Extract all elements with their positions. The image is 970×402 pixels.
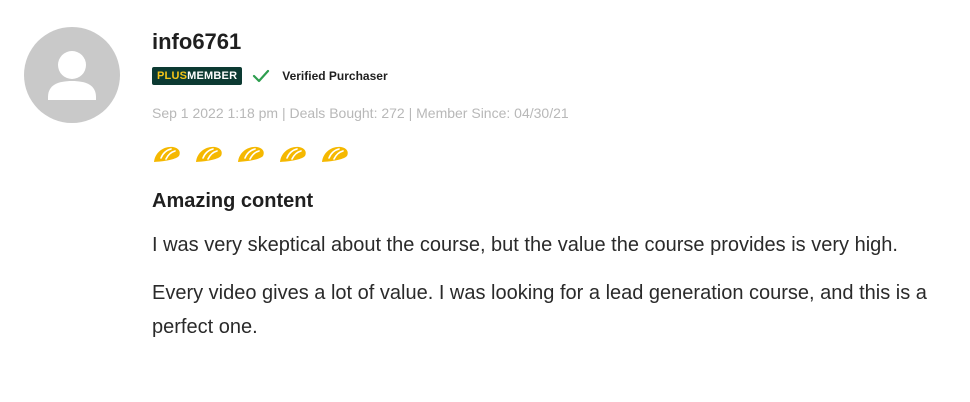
- reviewer-username[interactable]: info6761: [152, 28, 962, 56]
- checkmark-icon: [252, 67, 272, 85]
- review-content: info6761 PLUS MEMBER Verified Purchaser S…: [152, 28, 962, 344]
- review-paragraph: Every video gives a lot of value. I was …: [152, 282, 927, 338]
- review-paragraph: I was very skeptical about the course, b…: [152, 234, 898, 256]
- reviewer-badges: PLUS MEMBER Verified Purchaser: [152, 66, 962, 86]
- review-meta: Sep 1 2022 1:18 pm | Deals Bought: 272 |…: [152, 105, 569, 121]
- avatar: [24, 27, 120, 123]
- rating-star-icon: [154, 146, 180, 162]
- review-title: Amazing content: [152, 190, 314, 212]
- rating-star-icon: [280, 146, 306, 162]
- plus-badge-member-text: MEMBER: [187, 70, 238, 82]
- star-rating: [152, 142, 962, 166]
- review-body: I was very skeptical about the course, b…: [152, 228, 962, 344]
- plus-member-badge: PLUS MEMBER: [152, 67, 243, 85]
- verified-purchaser-label: Verified Purchaser: [282, 69, 388, 83]
- rating-star-icon: [322, 146, 348, 162]
- rating-star-icon: [196, 146, 222, 162]
- user-silhouette-icon: [48, 51, 96, 100]
- plus-badge-plus-text: PLUS: [157, 70, 188, 82]
- rating-star-icon: [238, 146, 264, 162]
